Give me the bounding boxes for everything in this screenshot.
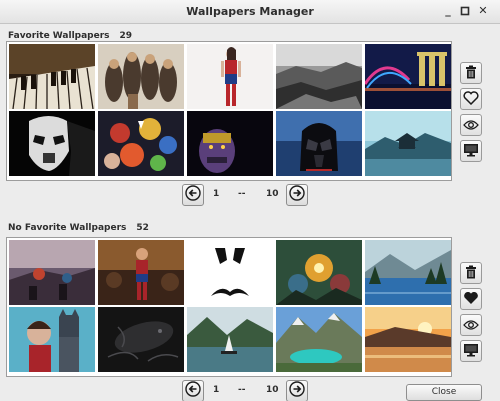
wallpaper-thumbnail[interactable]	[187, 307, 273, 372]
favorites-current-page: 1	[213, 189, 220, 199]
non-favorites-page-separator: --	[238, 385, 246, 395]
wallpaper-thumbnail[interactable]	[9, 240, 95, 305]
heart-outline-icon	[463, 90, 479, 109]
wallpaper-thumbnail[interactable]	[276, 307, 362, 372]
heart-filled-icon	[463, 290, 479, 309]
wallpaper-thumbnail[interactable]	[276, 240, 362, 305]
favorites-next-button[interactable]	[286, 184, 308, 206]
window-title: Wallpapers Manager	[186, 5, 314, 18]
non-favorites-panel	[6, 237, 452, 377]
wallpaper-thumbnail[interactable]	[98, 111, 184, 176]
favorites-panel	[6, 41, 452, 181]
wallpaper-thumbnail[interactable]	[187, 111, 273, 176]
favorites-page-separator: --	[238, 189, 246, 199]
non-favorites-next-button[interactable]	[286, 380, 308, 401]
eye-icon	[463, 116, 479, 135]
delete-favorite-button[interactable]	[460, 62, 482, 84]
non-favorites-count: 52	[136, 223, 149, 233]
wallpaper-thumbnail[interactable]	[98, 307, 184, 372]
wallpaper-thumbnail[interactable]	[98, 44, 184, 109]
favorites-total-pages: 10	[266, 189, 279, 199]
monitor-icon	[463, 342, 479, 361]
non-favorites-grid	[9, 240, 451, 372]
wallpaper-thumbnail[interactable]	[365, 111, 451, 176]
preview-favorite-button[interactable]	[460, 114, 482, 136]
wallpaper-thumbnail[interactable]	[9, 307, 95, 372]
close-button[interactable]: Close	[406, 384, 482, 401]
set-desktop-favorite-button[interactable]	[460, 140, 482, 162]
wallpaper-thumbnail[interactable]	[9, 111, 95, 176]
non-favorites-prev-button[interactable]	[182, 380, 204, 401]
non-favorites-current-page: 1	[213, 385, 220, 395]
favorites-grid	[9, 44, 451, 176]
title-bar: Wallpapers Manager _ ✕	[0, 0, 500, 24]
maximize-icon[interactable]	[458, 4, 472, 18]
favorites-pager: 1 -- 10	[182, 184, 310, 206]
arrow-right-icon	[289, 185, 305, 205]
favorites-prev-button[interactable]	[182, 184, 204, 206]
non-favorites-heading: No Favorite Wallpapers 52	[8, 223, 149, 233]
eye-icon	[463, 316, 479, 335]
set-desktop-wallpaper-button[interactable]	[460, 340, 482, 362]
wallpaper-thumbnail[interactable]	[365, 44, 451, 109]
favorites-heading: Favorite Wallpapers 29	[8, 31, 132, 41]
wallpaper-thumbnail[interactable]	[187, 240, 273, 305]
arrow-left-icon	[185, 381, 201, 401]
add-favorite-button[interactable]	[460, 288, 482, 310]
close-window-icon[interactable]: ✕	[476, 4, 490, 18]
wallpaper-thumbnail[interactable]	[98, 240, 184, 305]
wallpaper-thumbnail[interactable]	[9, 44, 95, 109]
non-favorites-label: No Favorite Wallpapers	[8, 223, 127, 233]
wallpaper-thumbnail[interactable]	[365, 240, 451, 305]
non-favorites-total-pages: 10	[266, 385, 279, 395]
preview-wallpaper-button[interactable]	[460, 314, 482, 336]
monitor-icon	[463, 142, 479, 161]
arrow-right-icon	[289, 381, 305, 401]
favorites-count: 29	[119, 31, 133, 41]
non-favorites-pager: 1 -- 10	[182, 380, 310, 401]
minimize-icon[interactable]: _	[441, 4, 455, 18]
wallpaper-thumbnail[interactable]	[365, 307, 451, 372]
trash-icon	[464, 264, 478, 283]
arrow-left-icon	[185, 185, 201, 205]
wallpaper-thumbnail[interactable]	[276, 111, 362, 176]
wallpaper-thumbnail[interactable]	[187, 44, 273, 109]
favorites-label: Favorite Wallpapers	[8, 31, 110, 41]
toggle-favorite-button[interactable]	[460, 88, 482, 110]
trash-icon	[464, 64, 478, 83]
wallpaper-thumbnail[interactable]	[276, 44, 362, 109]
delete-wallpaper-button[interactable]	[460, 262, 482, 284]
